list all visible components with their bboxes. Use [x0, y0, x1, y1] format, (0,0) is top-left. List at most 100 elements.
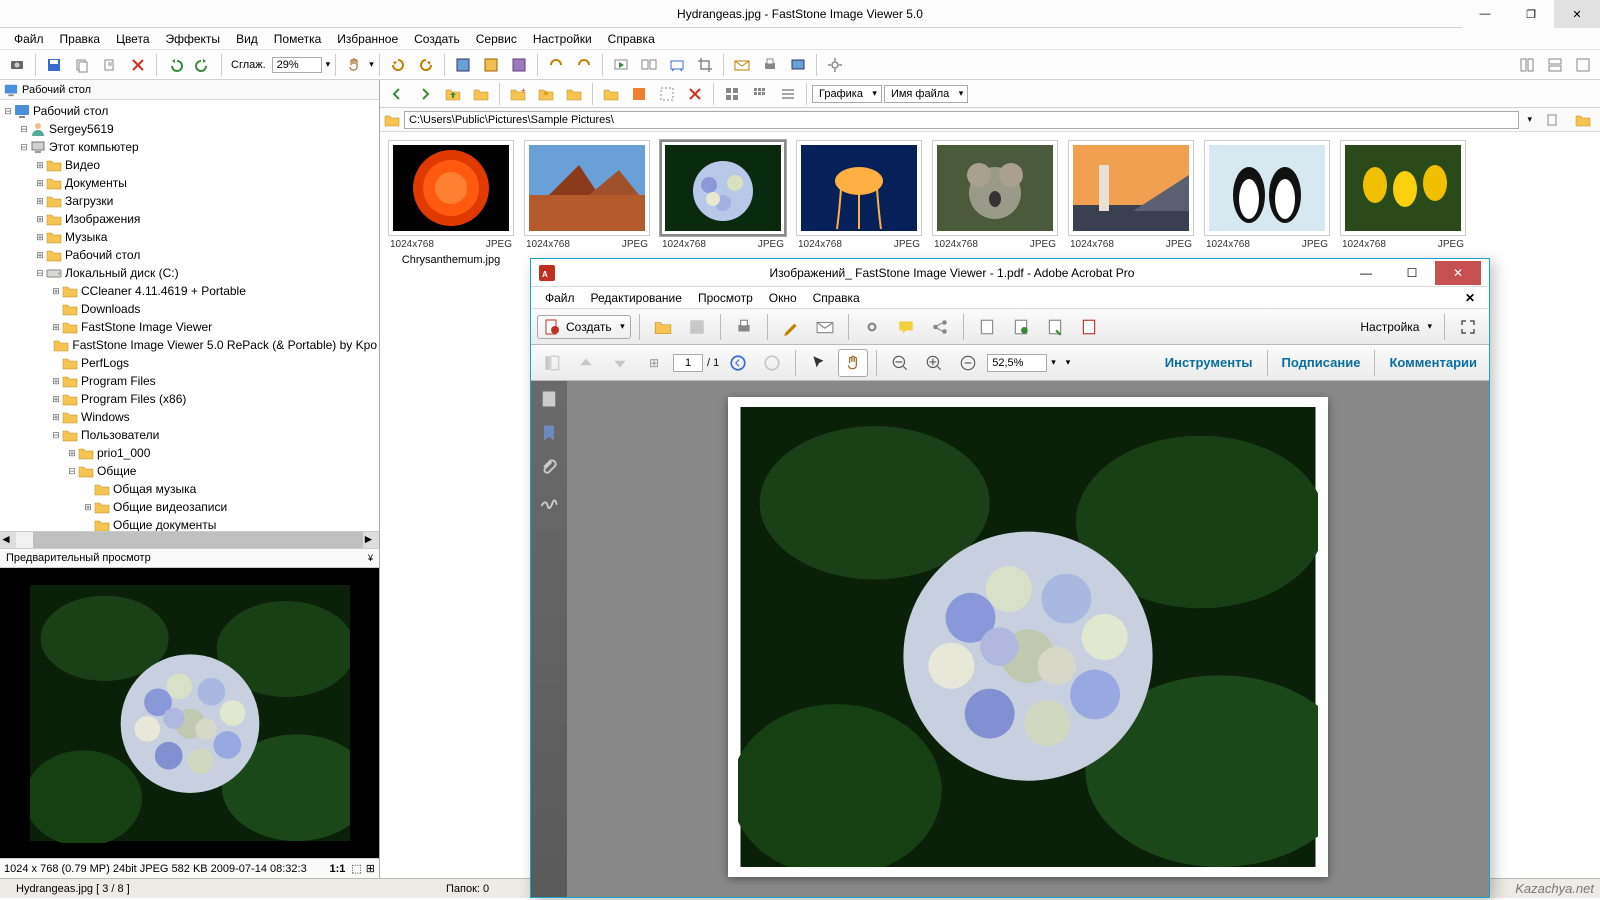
tree-node[interactable]: ⊟Этот компьютер — [2, 138, 377, 156]
acrobat-zoom-minus-icon[interactable] — [953, 349, 983, 377]
tree-node[interactable]: ⊞Program Files — [2, 372, 377, 390]
tree-node[interactable]: ⊟Локальный диск (C:) — [2, 264, 377, 282]
copy-path-icon[interactable] — [97, 53, 123, 77]
layout-1-icon[interactable] — [1514, 53, 1540, 77]
refresh-icon[interactable] — [468, 82, 494, 106]
tree-node[interactable]: PerfLogs — [2, 354, 377, 372]
view-list-icon[interactable] — [775, 82, 801, 106]
acrobat-zoom-input[interactable] — [987, 354, 1047, 372]
menu-пометка[interactable]: Пометка — [266, 29, 330, 49]
acrobat-create-button[interactable]: Создать — [537, 315, 631, 339]
acrobat-select-icon[interactable] — [804, 349, 834, 377]
expand-icon[interactable]: ⊟ — [66, 466, 78, 477]
thumbnail[interactable]: 1024x768JPEG — [1340, 140, 1466, 266]
menu-цвета[interactable]: Цвета — [108, 29, 157, 49]
thumbnail[interactable]: 1024x768JPEG — [1204, 140, 1330, 266]
acrobat-maximize-button[interactable]: ☐ — [1389, 261, 1435, 285]
undo2-icon[interactable] — [543, 53, 569, 77]
acrobat-doc1-icon[interactable] — [972, 313, 1002, 341]
layout-2-icon[interactable] — [1542, 53, 1568, 77]
menu-правка[interactable]: Правка — [52, 29, 109, 49]
view-mode-dropdown[interactable]: Графика — [812, 85, 882, 103]
expand-icon[interactable]: ⊞ — [50, 376, 62, 387]
tree-node[interactable]: ⊟Рабочий стол — [2, 102, 377, 120]
menu-файл[interactable]: Файл — [6, 29, 52, 49]
acrobat-menu-item[interactable]: Редактирование — [583, 289, 690, 307]
expand-icon[interactable]: ⊟ — [2, 106, 14, 117]
tool-3-icon[interactable] — [506, 53, 532, 77]
fav-icon[interactable] — [533, 82, 559, 106]
acrobat-zoom-out-icon[interactable] — [885, 349, 915, 377]
acrobat-canvas[interactable] — [567, 381, 1489, 897]
tree-scrollbar[interactable]: ◄► — [0, 531, 379, 548]
tree-node[interactable]: ⊞Музыка — [2, 228, 377, 246]
tree-node[interactable]: ⊞Видео — [2, 156, 377, 174]
menu-эффекты[interactable]: Эффекты — [158, 29, 229, 49]
histogram-icon[interactable]: ⬚ — [351, 862, 361, 875]
menu-избранное[interactable]: Избранное — [329, 29, 406, 49]
exif-icon[interactable]: ⊞ — [366, 862, 375, 875]
folder-tree[interactable]: ⊟Рабочий стол⊟Sergey5619⊟Этот компьютер⊞… — [0, 100, 379, 531]
tree-node[interactable]: ⊟Sergey5619 — [2, 120, 377, 138]
expand-icon[interactable]: ⊞ — [34, 160, 46, 171]
acrobat-tab-tools[interactable]: Инструменты — [1159, 351, 1259, 374]
tool-2-icon[interactable] — [478, 53, 504, 77]
thumbnail[interactable]: 1024x768JPEGChrysanthemum.jpg — [388, 140, 514, 266]
delete-icon[interactable] — [125, 53, 151, 77]
acrobat-save-icon[interactable] — [682, 313, 712, 341]
menu-сервис[interactable]: Сервис — [468, 29, 525, 49]
thumbnail[interactable]: 1024x768JPEG — [932, 140, 1058, 266]
acrobat-menu-item[interactable]: Окно — [761, 289, 805, 307]
tree-node[interactable]: FastStone Image Viewer 5.0 RePack (& Por… — [2, 336, 377, 354]
acrobat-doc4-icon[interactable] — [1074, 313, 1104, 341]
tree-node[interactable]: ⊞prio1_000 — [2, 444, 377, 462]
acrobat-email-icon[interactable] — [810, 313, 840, 341]
view-small-icon[interactable] — [747, 82, 773, 106]
save-icon[interactable] — [41, 53, 67, 77]
nav-fwd-icon[interactable] — [412, 82, 438, 106]
tree-node[interactable]: ⊞Рабочий стол — [2, 246, 377, 264]
expand-icon[interactable]: ⊞ — [66, 448, 78, 459]
acrobat-window[interactable]: A Изображений_ FastStone Image Viewer - … — [530, 258, 1490, 898]
expand-icon[interactable]: ⊞ — [82, 502, 94, 513]
rotate-left-icon[interactable] — [385, 53, 411, 77]
acrobat-hand-icon[interactable] — [838, 349, 868, 377]
tree-node[interactable]: ⊞Документы — [2, 174, 377, 192]
menu-справка[interactable]: Справка — [600, 29, 663, 49]
acrobat-settings-label[interactable]: Настройка — [1360, 320, 1419, 334]
expand-icon[interactable]: ⊞ — [34, 196, 46, 207]
acrobat-next-view-icon[interactable] — [757, 349, 787, 377]
expand-icon[interactable]: ⊞ — [34, 214, 46, 225]
thumbnail-grid[interactable]: 1024x768JPEGChrysanthemum.jpg 1024x768JPE… — [380, 132, 1600, 274]
acrobat-page-nav-icon[interactable]: ⊞ — [639, 349, 669, 377]
zoom-input[interactable] — [272, 57, 322, 73]
preview-image[interactable] — [0, 568, 379, 858]
acrobat-close-doc-button[interactable]: ✕ — [1457, 289, 1483, 307]
tree-node[interactable]: Общая музыка — [2, 480, 377, 498]
tree-node[interactable]: ⊟Пользователи — [2, 426, 377, 444]
slideshow-icon[interactable] — [608, 53, 634, 77]
menu-настройки[interactable]: Настройки — [525, 29, 600, 49]
tree-node[interactable]: ⊞Загрузки — [2, 192, 377, 210]
tree-node[interactable]: Общие документы — [2, 516, 377, 531]
resize-icon[interactable] — [664, 53, 690, 77]
crop-icon[interactable] — [692, 53, 718, 77]
hand-icon[interactable] — [341, 53, 367, 77]
expand-icon[interactable]: ⊟ — [34, 268, 46, 279]
acrobat-gear-icon[interactable] — [857, 313, 887, 341]
delete2-icon[interactable] — [682, 82, 708, 106]
nav-back-icon[interactable] — [384, 82, 410, 106]
acrobat-prev-view-icon[interactable] — [723, 349, 753, 377]
path-copy-icon[interactable] — [1540, 108, 1566, 132]
acrobat-minimize-button[interactable]: — — [1343, 261, 1389, 285]
expand-icon[interactable]: ⊟ — [18, 142, 30, 153]
tree-node[interactable]: ⊞FastStone Image Viewer — [2, 318, 377, 336]
thumbnail[interactable]: 1024x768JPEG — [660, 140, 786, 266]
acrobat-page-up-icon[interactable] — [571, 349, 601, 377]
acrobat-page-input[interactable] — [673, 354, 703, 372]
tree-node[interactable]: ⊞Program Files (x86) — [2, 390, 377, 408]
acrobat-nav-pane-icon[interactable] — [537, 349, 567, 377]
acrobat-menu-item[interactable]: Справка — [805, 289, 868, 307]
rotate-right-icon[interactable] — [413, 53, 439, 77]
path-dropdown-icon[interactable]: ▾ — [1523, 114, 1536, 125]
